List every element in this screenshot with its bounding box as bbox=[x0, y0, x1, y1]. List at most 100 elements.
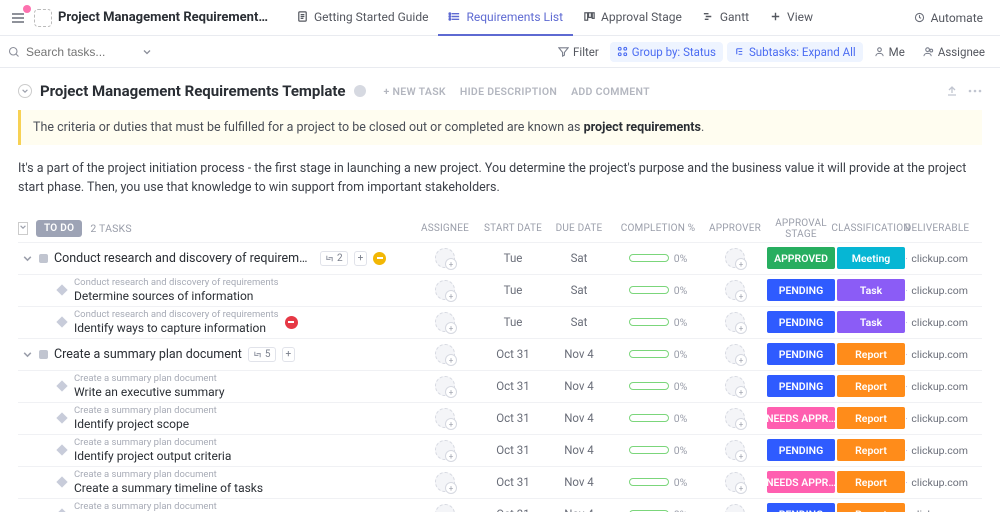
project-icon[interactable] bbox=[34, 9, 52, 27]
col-stage[interactable]: APPROVAL STAGE bbox=[766, 218, 836, 240]
task-name[interactable]: Create a summary timeline of tasks bbox=[74, 481, 263, 495]
approval-stage-tag[interactable]: APPROVED bbox=[767, 247, 835, 269]
col-due[interactable]: DUE DATE bbox=[546, 223, 612, 234]
completion[interactable]: 0% bbox=[612, 508, 704, 512]
classification-tag[interactable]: Meeting bbox=[837, 247, 905, 269]
me-button[interactable]: Me bbox=[867, 42, 912, 62]
table-row[interactable]: Create a summary plan document 5 + Oct 31… bbox=[18, 338, 982, 370]
info-icon[interactable] bbox=[354, 85, 366, 97]
table-row[interactable]: Create a summary plan document Cite refe… bbox=[18, 498, 982, 512]
approval-stage-tag[interactable]: PENDING bbox=[767, 311, 835, 333]
approval-stage-tag[interactable]: PENDING bbox=[767, 503, 835, 512]
share-icon[interactable] bbox=[946, 85, 958, 97]
table-row[interactable]: Create a summary plan document Write an … bbox=[18, 370, 982, 402]
completion[interactable]: 0% bbox=[612, 412, 704, 425]
new-task-button[interactable]: + NEW TASK bbox=[384, 85, 446, 98]
col-deliverable[interactable]: DELIVERABLE bbox=[906, 223, 968, 234]
approver-avatar[interactable] bbox=[725, 344, 745, 364]
task-name[interactable]: Identify ways to capture information bbox=[74, 321, 279, 335]
col-start[interactable]: START DATE bbox=[480, 223, 546, 234]
due-date[interactable]: Nov 4 bbox=[546, 411, 612, 425]
due-date[interactable]: Sat bbox=[546, 315, 612, 329]
hide-description-button[interactable]: HIDE DESCRIPTION bbox=[460, 85, 557, 98]
approver-avatar[interactable] bbox=[725, 248, 745, 268]
deliverable-link[interactable]: clickup.com bbox=[906, 348, 968, 361]
view-tab-gantt[interactable]: Gantt bbox=[692, 0, 759, 36]
due-date[interactable]: Sat bbox=[546, 283, 612, 297]
approver-avatar[interactable] bbox=[725, 280, 745, 300]
deliverable-link[interactable]: clickup.com bbox=[906, 252, 968, 265]
approval-stage-tag[interactable]: PENDING bbox=[767, 279, 835, 301]
collapse-toggle[interactable] bbox=[18, 84, 32, 98]
table-row[interactable]: Conduct research and discovery of requir… bbox=[18, 274, 982, 306]
classification-tag[interactable]: Task bbox=[837, 279, 905, 301]
view-tab-getting-started-guide[interactable]: Getting Started Guide bbox=[286, 0, 438, 36]
completion[interactable]: 0% bbox=[612, 380, 704, 393]
start-date[interactable]: Oct 31 bbox=[480, 411, 546, 425]
assignee-avatar[interactable] bbox=[435, 504, 455, 512]
subtask-count[interactable]: 5 bbox=[248, 347, 276, 362]
deliverable-link[interactable]: clickup.com bbox=[906, 476, 968, 489]
assignee-avatar[interactable] bbox=[435, 472, 455, 492]
chevron-down-icon[interactable] bbox=[22, 349, 33, 360]
completion[interactable]: 0% bbox=[612, 476, 704, 489]
classification-tag[interactable]: Report bbox=[837, 343, 905, 365]
completion[interactable]: 0% bbox=[612, 316, 704, 329]
deliverable-link[interactable]: clickup.com bbox=[906, 380, 968, 393]
start-date[interactable]: Tue bbox=[480, 283, 546, 297]
assignee-avatar[interactable] bbox=[435, 312, 455, 332]
approval-stage-tag[interactable]: PENDING bbox=[767, 343, 835, 365]
approver-avatar[interactable] bbox=[725, 504, 745, 512]
start-date[interactable]: Oct 31 bbox=[480, 443, 546, 457]
chevron-down-icon[interactable] bbox=[22, 253, 33, 264]
table-row[interactable]: Create a summary plan document Create a … bbox=[18, 466, 982, 498]
priority-flag-icon[interactable] bbox=[373, 252, 386, 265]
start-date[interactable]: Oct 31 bbox=[480, 507, 546, 512]
blocked-flag-icon[interactable] bbox=[285, 316, 298, 329]
task-name[interactable]: Identify project output criteria bbox=[74, 449, 231, 463]
add-comment-button[interactable]: ADD COMMENT bbox=[571, 85, 650, 98]
start-date[interactable]: Tue bbox=[480, 251, 546, 265]
approver-avatar[interactable] bbox=[725, 440, 745, 460]
add-subtask[interactable]: + bbox=[354, 251, 368, 266]
subtasks-button[interactable]: Subtasks: Expand All bbox=[727, 42, 863, 62]
groupby-button[interactable]: Group by: Status bbox=[610, 42, 723, 62]
task-name[interactable]: Write an executive summary bbox=[74, 385, 225, 399]
start-date[interactable]: Oct 31 bbox=[480, 475, 546, 489]
group-collapse[interactable] bbox=[18, 222, 28, 235]
menu-icon[interactable] bbox=[8, 8, 28, 28]
chevron-down-icon[interactable] bbox=[142, 47, 152, 57]
completion[interactable]: 0% bbox=[612, 444, 704, 457]
status-dot[interactable] bbox=[39, 350, 48, 359]
task-name[interactable]: Conduct research and discovery of requir… bbox=[54, 251, 314, 266]
completion[interactable]: 0% bbox=[612, 284, 704, 297]
due-date[interactable]: Sat bbox=[546, 251, 612, 265]
assignee-avatar[interactable] bbox=[435, 376, 455, 396]
approval-stage-tag[interactable]: PENDING bbox=[767, 439, 835, 461]
col-completion[interactable]: COMPLETION % bbox=[612, 223, 704, 234]
assignee-avatar[interactable] bbox=[435, 408, 455, 428]
task-name[interactable]: Create a summary plan document bbox=[54, 347, 242, 362]
status-dot[interactable] bbox=[39, 254, 48, 263]
col-class[interactable]: CLASSIFICATION bbox=[836, 223, 906, 234]
view-tab-view[interactable]: View bbox=[759, 0, 823, 36]
assignee-avatar[interactable] bbox=[435, 248, 455, 268]
assignee-avatar[interactable] bbox=[435, 280, 455, 300]
assignee-avatar[interactable] bbox=[435, 440, 455, 460]
search-input[interactable] bbox=[26, 45, 136, 59]
classification-tag[interactable]: Report bbox=[837, 503, 905, 512]
classification-tag[interactable]: Report bbox=[837, 407, 905, 429]
approver-avatar[interactable] bbox=[725, 376, 745, 396]
approval-stage-tag[interactable]: PENDING bbox=[767, 375, 835, 397]
start-date[interactable]: Oct 31 bbox=[480, 347, 546, 361]
classification-tag[interactable]: Task bbox=[837, 311, 905, 333]
task-name[interactable]: Identify project scope bbox=[74, 417, 217, 431]
add-subtask[interactable]: + bbox=[282, 347, 296, 362]
due-date[interactable]: Nov 4 bbox=[546, 443, 612, 457]
start-date[interactable]: Tue bbox=[480, 315, 546, 329]
status-chip[interactable]: TO DO bbox=[36, 220, 82, 237]
view-tab-requirements-list[interactable]: Requirements List bbox=[438, 0, 573, 36]
table-row[interactable]: Conduct research and discovery of requir… bbox=[18, 306, 982, 338]
approver-avatar[interactable] bbox=[725, 312, 745, 332]
deliverable-link[interactable]: clickup.com bbox=[906, 444, 968, 457]
